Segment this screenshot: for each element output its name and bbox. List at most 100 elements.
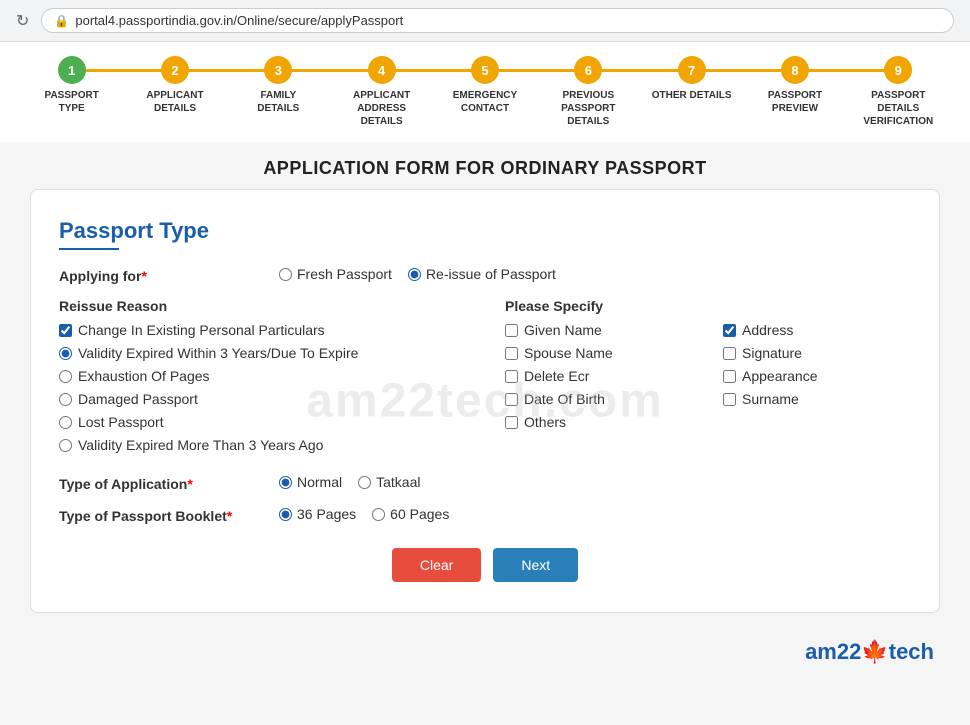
specify-appearance: Appearance xyxy=(723,368,911,384)
reissue-label-3: Exhaustion Of Pages xyxy=(78,368,210,384)
specify-checkbox-others[interactable] xyxy=(505,416,518,429)
specify-others: Others xyxy=(505,414,693,430)
reissue-reason-title: Reissue Reason xyxy=(59,298,465,314)
reissue-label-1: Change In Existing Personal Particulars xyxy=(78,322,325,338)
specify-address: Address xyxy=(723,322,911,338)
tatkaal-option[interactable]: Tatkaal xyxy=(358,474,420,490)
brand-emoji: 🍁 xyxy=(861,639,888,664)
specify-label-spouse-name: Spouse Name xyxy=(524,345,613,361)
step-label-7: OTHER DETAILS xyxy=(652,89,732,102)
type-of-application-controls: Normal Tatkaal xyxy=(279,474,420,490)
step-circle-2: 2 xyxy=(161,56,189,84)
normal-option[interactable]: Normal xyxy=(279,474,342,490)
specify-checkbox-appearance[interactable] xyxy=(723,370,736,383)
reissue-radio-4[interactable] xyxy=(59,393,72,406)
step-label-8: PASSPORT PREVIEW xyxy=(755,89,835,115)
type-of-booklet-controls: 36 Pages 60 Pages xyxy=(279,506,449,522)
fresh-passport-radio[interactable] xyxy=(279,268,292,281)
brand-text-2: tech xyxy=(889,639,934,664)
reissue-reason-3: Exhaustion Of Pages xyxy=(59,368,465,384)
step-circle-8: 8 xyxy=(781,56,809,84)
reissue-radio-6[interactable] xyxy=(59,439,72,452)
reissue-radio-2[interactable] xyxy=(59,347,72,360)
specify-checkbox-given-name[interactable] xyxy=(505,324,518,337)
specify-checkbox-date-of-birth[interactable] xyxy=(505,393,518,406)
specify-delete-ecr: Delete Ecr xyxy=(505,368,693,384)
specify-signature: Signature xyxy=(723,345,911,361)
fresh-passport-option[interactable]: Fresh Passport xyxy=(279,266,392,282)
reissue-radio-5[interactable] xyxy=(59,416,72,429)
normal-label: Normal xyxy=(297,474,342,490)
specify-label-date-of-birth: Date Of Birth xyxy=(524,391,605,407)
reissue-reason-4: Damaged Passport xyxy=(59,391,465,407)
url-text: portal4.passportindia.gov.in/Online/secu… xyxy=(75,13,403,28)
specify-checkbox-address[interactable] xyxy=(723,324,736,337)
step-verification[interactable]: 9 PASSPORT DETAILS VERIFICATION xyxy=(847,56,950,128)
pages-60-radio[interactable] xyxy=(372,508,385,521)
specify-col-1: Given Name Spouse Name Delete Ecr D xyxy=(505,322,693,437)
reissue-section: Reissue Reason Change In Existing Person… xyxy=(59,298,911,460)
next-button[interactable]: Next xyxy=(493,548,578,582)
reissue-reason-1: Change In Existing Personal Particulars xyxy=(59,322,465,338)
specify-col-2: Address Signature Appearance Surnam xyxy=(723,322,911,437)
reissue-reason-2: Validity Expired Within 3 Years/Due To E… xyxy=(59,345,465,361)
tatkaal-radio[interactable] xyxy=(358,476,371,489)
refresh-icon[interactable]: ↻ xyxy=(16,11,29,31)
specify-label-appearance: Appearance xyxy=(742,368,818,384)
step-circle-3: 3 xyxy=(264,56,292,84)
tatkaal-label: Tatkaal xyxy=(376,474,420,490)
address-bar[interactable]: 🔒 portal4.passportindia.gov.in/Online/se… xyxy=(41,8,954,33)
step-circle-6: 6 xyxy=(574,56,602,84)
step-passport-preview[interactable]: 8 PASSPORT PREVIEW xyxy=(743,56,846,115)
lock-icon: 🔒 xyxy=(54,14,69,28)
section-title: Passport Type xyxy=(59,218,911,244)
reissue-radio-3[interactable] xyxy=(59,370,72,383)
reissue-checkbox-1[interactable] xyxy=(59,324,72,337)
pages-60-option[interactable]: 60 Pages xyxy=(372,506,449,522)
step-label-1: PASSPORT TYPE xyxy=(32,89,112,115)
specify-label-given-name: Given Name xyxy=(524,322,602,338)
clear-button[interactable]: Clear xyxy=(392,548,481,582)
applying-for-row: Applying for* Fresh Passport Re-issue of… xyxy=(59,266,911,284)
specify-checkbox-surname[interactable] xyxy=(723,393,736,406)
specify-label-address: Address xyxy=(742,322,793,338)
step-previous-passport[interactable]: 6 PREVIOUS PASSPORT DETAILS xyxy=(537,56,640,128)
pages-36-option[interactable]: 36 Pages xyxy=(279,506,356,522)
reissue-label-2: Validity Expired Within 3 Years/Due To E… xyxy=(78,345,358,361)
brand-text-1: am22 xyxy=(805,639,861,664)
please-specify-section: Please Specify Given Name Spouse Name xyxy=(505,298,911,460)
pages-60-label: 60 Pages xyxy=(390,506,449,522)
reissue-reason-section: Reissue Reason Change In Existing Person… xyxy=(59,298,465,460)
browser-bar: ↻ 🔒 portal4.passportindia.gov.in/Online/… xyxy=(0,0,970,42)
step-passport-type[interactable]: 1 PASSPORT TYPE xyxy=(20,56,123,115)
specify-label-signature: Signature xyxy=(742,345,802,361)
normal-radio[interactable] xyxy=(279,476,292,489)
specify-checkbox-signature[interactable] xyxy=(723,347,736,360)
step-circle-9: 9 xyxy=(884,56,912,84)
type-of-application-row: Type of Application* Normal Tatkaal xyxy=(59,474,911,492)
specify-checkbox-delete-ecr[interactable] xyxy=(505,370,518,383)
step-emergency-contact[interactable]: 5 EMERGENCY CONTACT xyxy=(433,56,536,115)
step-circle-7: 7 xyxy=(678,56,706,84)
reissue-reason-6: Validity Expired More Than 3 Years Ago xyxy=(59,437,465,453)
specify-checkbox-row: Given Name Spouse Name Delete Ecr D xyxy=(505,322,911,437)
specify-label-others: Others xyxy=(524,414,566,430)
type-of-booklet-label: Type of Passport Booklet* xyxy=(59,506,279,524)
step-label-6: PREVIOUS PASSPORT DETAILS xyxy=(548,89,628,128)
reissue-passport-radio[interactable] xyxy=(408,268,421,281)
specify-date-of-birth: Date Of Birth xyxy=(505,391,693,407)
step-label-5: EMERGENCY CONTACT xyxy=(445,89,525,115)
step-label-3: FAMILY DETAILS xyxy=(238,89,318,115)
step-other-details[interactable]: 7 OTHER DETAILS xyxy=(640,56,743,102)
button-row: Clear Next xyxy=(59,548,911,582)
specify-checkbox-spouse-name[interactable] xyxy=(505,347,518,360)
step-address-details[interactable]: 4 APPLICANT ADDRESS DETAILS xyxy=(330,56,433,128)
please-specify-title: Please Specify xyxy=(505,298,911,314)
pages-36-label: 36 Pages xyxy=(297,506,356,522)
reissue-passport-option[interactable]: Re-issue of Passport xyxy=(408,266,556,282)
step-circle-5: 5 xyxy=(471,56,499,84)
pages-36-radio[interactable] xyxy=(279,508,292,521)
step-applicant-details[interactable]: 2 APPLICANT DETAILS xyxy=(123,56,226,115)
specify-given-name: Given Name xyxy=(505,322,693,338)
step-family-details[interactable]: 3 FAMILY DETAILS xyxy=(227,56,330,115)
